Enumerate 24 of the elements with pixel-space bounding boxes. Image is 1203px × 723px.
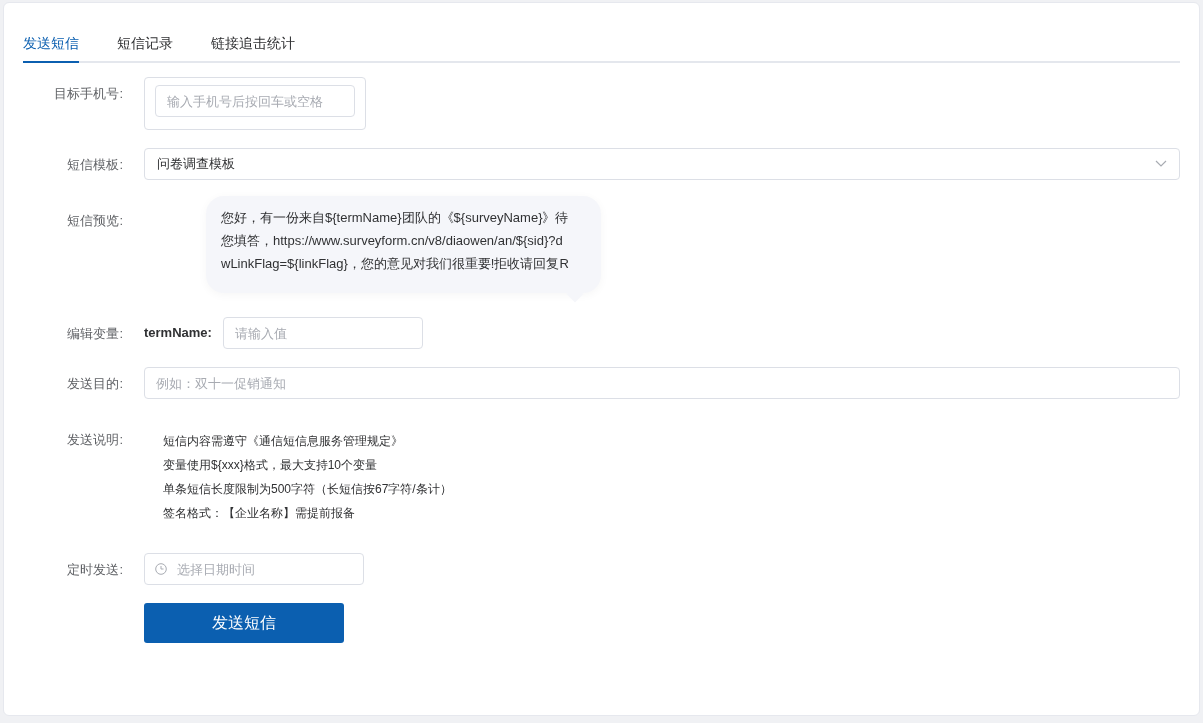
field-label: 短信预览: [66,212,123,230]
clock-icon [155,563,167,575]
tab[interactable]: 发送短信 [23,31,79,63]
field-label: 短信模板: [66,156,123,174]
note-line: 单条短信长度限制为500字符（长短信按67字符/条计） [163,481,452,498]
note-line: 短信内容需遵守《通信短信息服务管理规定》 [163,433,404,450]
note-line: 签名格式：【企业名称】需提前报备 [163,505,356,522]
chevron-down-icon [1155,160,1167,168]
variable-input[interactable]: 请输入值 [222,317,423,349]
purpose-input[interactable]: 例如：双十一促销通知 [144,367,1180,399]
tab[interactable]: 链接追击统计 [211,31,295,63]
preview-text: 您好，有一份来自${termName}团队的《${surveyName}》待您填答，https://www.surveyform.cn/v8/diaowen/an/${sid}?dwLinkFlag=${linkFlag}，您的意见对我们很重要!拒收请回复R [221,210,569,271]
field-label: 发送说明: [66,431,123,449]
variable-name: termName: [144,324,212,342]
template-select[interactable]: 问卷调查模板 [144,148,1180,180]
note-line: 变量使用${xxx}格式，最大支持10个变量 [163,457,379,474]
datetime-field[interactable]: 选择日期时间 [144,553,364,585]
field-label: 发送目的: [66,375,123,393]
send-button[interactable]: 发送短信 [144,603,344,643]
field-label: 编辑变量: [66,325,123,343]
phone-input[interactable]: 输入手机号后按回车或空格 [155,85,355,117]
field-label: 定时发送: [66,561,123,579]
field-label: 目标手机号: [53,85,123,103]
tab[interactable]: 短信记录 [117,31,173,63]
